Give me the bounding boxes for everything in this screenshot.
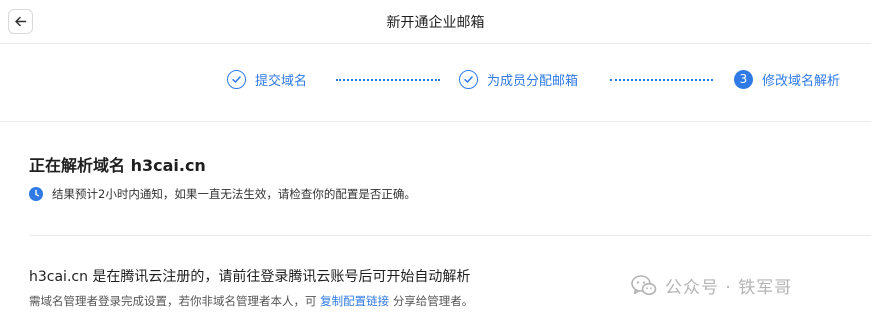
notice: 结果预计2小时内通知，如果一直无法生效，请检查你的配置是否正确。	[29, 186, 416, 202]
admin-hint-suffix: 分享给管理者。	[392, 294, 474, 308]
watermark: 公众号 · 铁军哥	[631, 273, 792, 298]
watermark-text: 公众号 · 铁军哥	[665, 278, 793, 298]
wechat-icon	[631, 274, 657, 295]
progress-steps: 提交域名 为成员分配邮箱 3 修改域名解析	[0, 44, 871, 122]
step-connector	[610, 79, 713, 81]
admin-hint-prefix: 需域名管理者登录完成设置，若你非域名管理者本人，可	[29, 294, 317, 308]
step-connector	[336, 79, 440, 81]
check-circle-icon	[227, 69, 246, 89]
top-bar: 新开通企业邮箱	[0, 0, 871, 44]
notice-text: 结果预计2小时内通知，如果一直无法生效，请检查你的配置是否正确。	[52, 187, 416, 201]
registrar-info: h3cai.cn 是在腾讯云注册的，请前往登录腾讯云账号后可开始自动解析	[29, 269, 471, 285]
step-label: 提交域名	[255, 73, 308, 89]
step-label: 修改域名解析	[762, 73, 841, 89]
section-title: 正在解析域名 h3cai.cn	[29, 156, 206, 175]
clock-icon	[29, 187, 43, 201]
step-submit-domain: 提交域名	[227, 68, 307, 90]
divider	[29, 235, 871, 236]
check-circle-icon	[459, 69, 478, 89]
step-modify-dns: 3 修改域名解析	[734, 68, 840, 90]
page-title: 新开通企业邮箱	[386, 15, 485, 31]
admin-hint: 需域名管理者登录完成设置，若你非域名管理者本人，可 复制配置链接 分享给管理者。	[29, 293, 473, 309]
step-number-badge: 3	[734, 69, 753, 89]
step-label: 为成员分配邮箱	[487, 73, 579, 89]
copy-config-link[interactable]: 复制配置链接	[320, 294, 389, 308]
step-assign-mailboxes: 为成员分配邮箱	[459, 68, 578, 90]
